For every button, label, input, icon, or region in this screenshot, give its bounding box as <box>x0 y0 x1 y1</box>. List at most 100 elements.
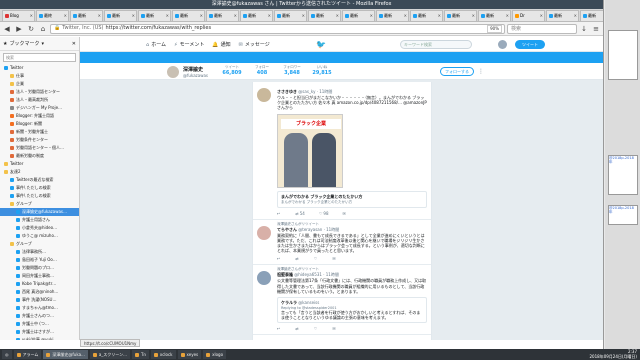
tweet-author-name[interactable]: ささきゆき <box>277 89 297 94</box>
profile-stat[interactable]: フォロワー 3,848 <box>280 65 304 76</box>
profile-avatar[interactable] <box>166 65 180 79</box>
follow-button[interactable]: フォローする <box>440 67 474 76</box>
tab-close-icon[interactable]: ✕ <box>166 11 169 21</box>
tab[interactable]: 最終 ✕ <box>36 10 69 21</box>
bookmark-item[interactable]: 弁護士はさすが… <box>0 328 79 336</box>
tweet-button[interactable]: ツイート <box>515 40 545 49</box>
retweet-button[interactable]: ⇄54 <box>295 211 304 216</box>
back-icon[interactable]: ◀ <box>2 24 12 34</box>
tab[interactable]: 最新 ✕ <box>104 10 137 21</box>
bookmark-item[interactable]: すまちゃん@tmo… <box>0 304 79 312</box>
twitter-nav-messages[interactable]: ✉ メッセージ <box>239 41 270 48</box>
tab-close-icon[interactable]: ✕ <box>404 11 407 21</box>
tweet-avatar[interactable] <box>257 88 271 102</box>
more-options-icon[interactable]: ⋮ <box>478 68 484 75</box>
tab-close-icon[interactable]: ✕ <box>574 11 577 21</box>
tab[interactable]: 最新 ✕ <box>342 10 375 21</box>
tab[interactable]: 最新 ✕ <box>478 10 511 21</box>
close-icon[interactable]: ✕ <box>72 37 76 51</box>
bookmark-item[interactable]: デジハンガー My Proje… <box>0 104 79 112</box>
bookmark-item[interactable]: 西尾 真治@ninoh… <box>0 288 79 296</box>
bookmark-item[interactable]: 友達2 <box>0 168 79 176</box>
bookmark-item[interactable]: 法人・最高裁判所 <box>0 96 79 104</box>
bookmark-item[interactable]: 労働用語センター・個人… <box>0 144 79 152</box>
bookmark-item[interactable]: 弁護士用語さん <box>0 216 79 224</box>
profile-stat[interactable]: いいね 29,815 <box>310 65 334 76</box>
profile-stat[interactable]: ツイート 66,809 <box>220 65 244 76</box>
dm-button[interactable]: ✉ <box>332 256 335 261</box>
retweet-button[interactable]: ⇄ <box>295 256 299 261</box>
bookmark-item[interactable]: 労働条件センター <box>0 136 79 144</box>
tweet-author-name[interactable]: てらやさん <box>277 227 297 232</box>
tab[interactable]: 最新 ✕ <box>410 10 443 21</box>
taskbar-item[interactable]: 深澤諭史@fuka... <box>43 350 88 359</box>
tab[interactable]: 最新 ✕ <box>376 10 409 21</box>
tab-close-icon[interactable]: ✕ <box>370 11 373 21</box>
tab[interactable]: 最新 ✕ <box>70 10 103 21</box>
bookmark-item[interactable]: 最新労働の制度 <box>0 152 79 160</box>
tab[interactable]: 最新 ✕ <box>444 10 477 21</box>
taskbar-item[interactable]: アラーム <box>13 350 42 359</box>
bookmark-item[interactable]: Twitter <box>0 64 79 72</box>
forward-icon[interactable]: ▶ <box>14 24 24 34</box>
bookmark-item[interactable]: 仕事 <box>0 72 79 80</box>
taskbar-item[interactable]: Tn <box>131 350 149 359</box>
tweet-author-name[interactable]: 祖堅泰隆 <box>277 272 293 277</box>
tweet[interactable]: 深澤諭史さんがリツイート 祖堅泰隆 @hideya6531 · 11時間 公文書等管… <box>253 265 431 336</box>
tab[interactable]: 最新 ✕ <box>206 10 239 21</box>
bookmark-item[interactable]: グループ <box>0 200 79 208</box>
tab-close-icon[interactable]: ✕ <box>438 11 441 21</box>
tab[interactable]: 最新 ✕ <box>274 10 307 21</box>
menu-icon[interactable]: ≡ <box>591 24 601 34</box>
bookmark-item[interactable]: 労働問題のプロ… <box>0 264 79 272</box>
tab-close-icon[interactable]: ✕ <box>506 11 509 21</box>
bookmark-item[interactable]: Kobe Tripak@tr… <box>0 280 79 288</box>
bookmark-item[interactable]: yuki(佐藤 @yuki… <box>0 336 79 340</box>
tweet[interactable]: ささきゆき @sas_ky · 11時間 ウル・・と担当日がまだこなかいか・・・・… <box>253 82 431 220</box>
twitter-nav-notifications[interactable]: 🔔 通知 <box>212 41 230 48</box>
tweet[interactable]: 深澤諭史さんがリツイート てらやさん @terayasan · 11時間 業務契約に… <box>253 220 431 266</box>
bookmark-item[interactable]: 事件\ ただしの検索 <box>0 192 79 200</box>
bookmark-item[interactable]: 小倉秀夫@hideo… <box>0 224 79 232</box>
tab[interactable]: 最新 ✕ <box>138 10 171 21</box>
dm-button[interactable]: ✉ <box>343 211 346 216</box>
profile-stat[interactable]: フォロー 408 <box>250 65 274 76</box>
tab-close-icon[interactable]: ✕ <box>268 11 271 21</box>
tweet-book-image[interactable]: ブラック企業 <box>277 113 343 188</box>
bookmark-item[interactable]: Blogger: 新聞 <box>0 120 79 128</box>
bookmark-item[interactable]: 岡田弁護士事務… <box>0 272 79 280</box>
search-box[interactable]: 検索 <box>507 23 577 34</box>
bookmark-item[interactable]: Twitterの最近な検索 <box>0 176 79 184</box>
tab[interactable]: 最新 ✕ <box>546 10 579 21</box>
like-button[interactable]: ♡ <box>314 326 319 331</box>
start-menu-icon[interactable]: ◎ <box>2 350 12 359</box>
bookmark-item[interactable]: 弁護士さんのつ… <box>0 312 79 320</box>
url-bar[interactable]: 🔒 Twitter, Inc. (US) https://twitter.com… <box>50 23 505 34</box>
dm-button[interactable]: ✉ <box>332 326 335 331</box>
tab-close-icon[interactable]: ✕ <box>200 11 203 21</box>
download-icon[interactable]: ↓ <box>579 24 589 34</box>
bookmark-item[interactable]: 法人・労働用語センター <box>0 88 79 96</box>
desktop-thumbnail-3[interactable]: @2018p-2018年 <box>608 205 638 225</box>
zoom-level[interactable]: 90% <box>487 24 502 33</box>
tweet-avatar[interactable] <box>257 225 271 240</box>
tweet-avatar[interactable] <box>257 271 271 286</box>
reload-icon[interactable]: ↻ <box>26 24 36 34</box>
twitter-nav-home[interactable]: ⌂ ホーム <box>146 41 166 48</box>
bookmark-item[interactable]: 新聞・労働弁護士 <box>0 128 79 136</box>
bookmark-item[interactable]: Twitter <box>0 160 79 168</box>
bookmark-item[interactable]: 事件\ ただしの検索 <box>0 184 79 192</box>
tab-close-icon[interactable]: ✕ <box>336 11 339 21</box>
reply-button[interactable]: ↩ <box>277 211 281 216</box>
desktop-thumbnail-2[interactable]: @2018p-2018年 <box>608 155 638 195</box>
tab-close-icon[interactable]: ✕ <box>64 11 67 21</box>
tab-close-icon[interactable]: ✕ <box>132 11 135 21</box>
clock[interactable]: 2:37 2018年09月24日(月曜日) <box>590 349 640 359</box>
tab[interactable]: 最新 ✕ <box>240 10 273 21</box>
like-button[interactable]: ♡ <box>314 256 319 261</box>
chevron-down-icon[interactable]: ▾ <box>42 37 45 51</box>
reply-button[interactable]: ↩ <box>277 326 281 331</box>
bookmark-item[interactable]: グループ <box>0 240 79 248</box>
tab[interactable]: Dr ✕ <box>512 10 545 21</box>
bookmark-item[interactable]: 深澤諭史@fukazawas… <box>0 208 79 216</box>
